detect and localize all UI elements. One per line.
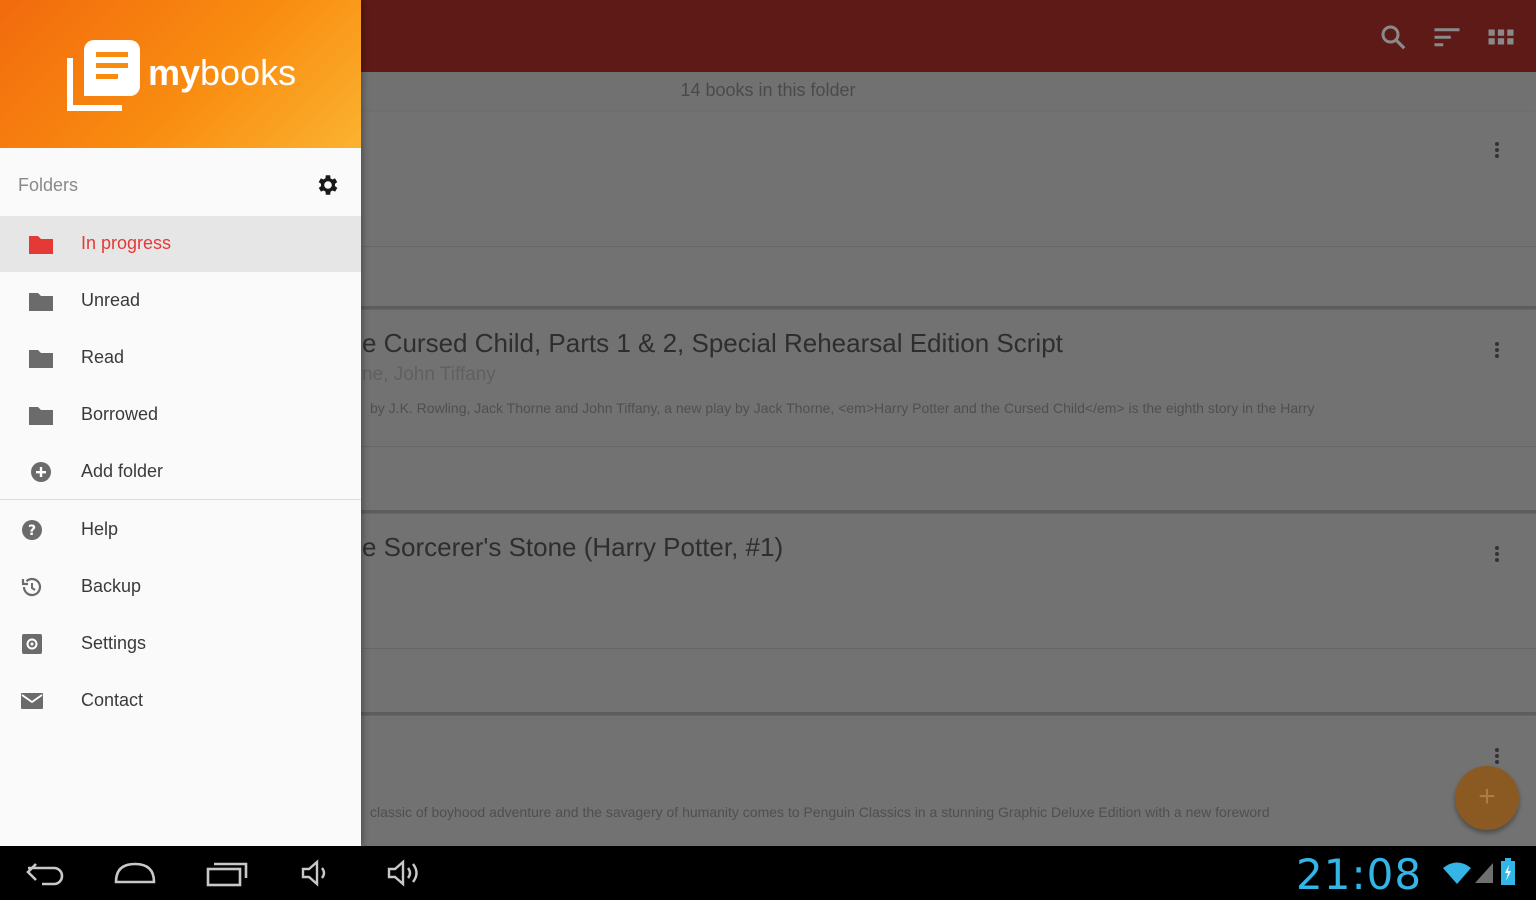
grid-view-icon[interactable]	[1486, 22, 1516, 52]
folder-icon	[29, 350, 53, 368]
folder-icon	[29, 293, 53, 311]
gear-icon[interactable]	[315, 172, 341, 198]
clock: 21:08	[1296, 850, 1423, 899]
card-divider	[362, 246, 1536, 247]
app-logo-text: mybooks	[148, 52, 296, 94]
add-book-fab[interactable]: +	[1455, 766, 1519, 830]
menu-label: Settings	[81, 633, 147, 653]
more-options-icon[interactable]	[1488, 544, 1506, 568]
menu-label: Help	[81, 519, 119, 539]
wifi-icon	[1443, 862, 1471, 884]
book-description: classic of boyhood adventure and the sav…	[370, 804, 1270, 820]
folder-item-in-progress[interactable]: In progress	[0, 216, 361, 272]
card-divider	[362, 648, 1536, 649]
svg-text:?: ?	[28, 523, 36, 539]
add-folder-button[interactable]: Add folder	[0, 444, 361, 500]
folder-label: Unread	[81, 290, 141, 310]
mail-icon	[21, 693, 43, 709]
folder-label: Read	[81, 347, 125, 367]
signal-icon	[1475, 863, 1493, 883]
folder-item-unread[interactable]: Unread	[0, 273, 361, 329]
book-title: e Cursed Child, Parts 1 & 2, Special Reh…	[362, 328, 1063, 358]
recent-apps-icon[interactable]	[204, 858, 250, 888]
add-circle-icon	[31, 462, 51, 482]
card-divider	[362, 446, 1536, 447]
book-author: ne, John Tiffany	[362, 364, 496, 385]
battery-icon	[1501, 858, 1515, 885]
folder-label: Borrowed	[81, 404, 159, 424]
menu-item-settings[interactable]: Settings	[0, 616, 361, 672]
home-icon[interactable]	[112, 858, 158, 888]
help-icon: ?	[22, 520, 42, 540]
backup-icon	[21, 577, 42, 597]
menu-label: Contact	[81, 690, 144, 710]
navigation-drawer: mybooks Folders In progress Unread Read …	[0, 0, 361, 846]
folder-item-read[interactable]: Read	[0, 330, 361, 386]
folder-label: In progress	[81, 233, 172, 253]
search-icon[interactable]	[1378, 22, 1408, 52]
more-options-icon[interactable]	[1488, 340, 1506, 364]
drawer-divider	[0, 499, 361, 500]
settings-icon	[22, 634, 42, 654]
folder-label: Add folder	[81, 461, 164, 481]
drawer-header: mybooks	[0, 0, 361, 148]
logo-suffix: books	[200, 52, 297, 93]
logo-prefix: my	[148, 52, 201, 93]
volume-down-icon[interactable]	[300, 858, 334, 888]
book-title: e Sorcerer's Stone (Harry Potter, #1)	[362, 532, 784, 562]
folder-item-borrowed[interactable]: Borrowed	[0, 387, 361, 443]
sort-icon[interactable]	[1432, 22, 1462, 52]
mybooks-logo-icon	[67, 40, 140, 111]
menu-label: Backup	[81, 576, 142, 596]
folder-icon	[29, 407, 53, 425]
menu-item-contact[interactable]: Contact	[0, 673, 361, 729]
folder-icon	[29, 236, 53, 254]
system-navigation-bar: 21:08	[0, 846, 1536, 900]
menu-item-help[interactable]: ? Help	[0, 502, 361, 558]
back-icon[interactable]	[22, 858, 68, 888]
book-description: by J.K. Rowling, Jack Thorne and John Ti…	[370, 400, 1315, 416]
menu-item-backup[interactable]: Backup	[0, 559, 361, 615]
folders-section-label: Folders	[18, 175, 79, 195]
volume-up-icon[interactable]	[386, 858, 426, 888]
more-options-icon[interactable]	[1488, 140, 1506, 164]
